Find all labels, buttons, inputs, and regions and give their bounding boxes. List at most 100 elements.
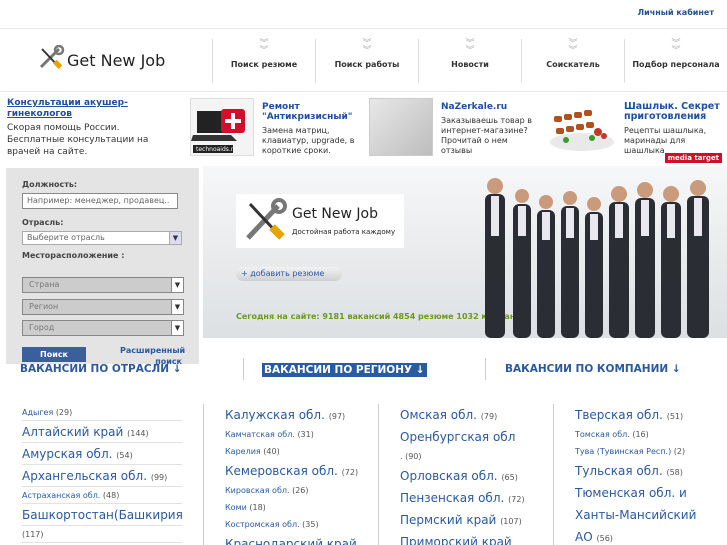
region-link[interactable]: Амурская обл. (54) [22, 443, 182, 465]
region-link[interactable]: Астраханская обл. (48) [22, 487, 182, 504]
position-input[interactable]: Например: менеджер, продавец.. [22, 193, 178, 209]
ad-desc: Рецепты шашлыка, маринады для шашлыка [624, 126, 707, 155]
vacancy-count: (99) [150, 473, 168, 482]
tools-icon [39, 44, 65, 69]
region-link[interactable]: Орловская обл. (65) [400, 465, 540, 487]
region-link[interactable]: Омская обл. (79) [400, 404, 540, 426]
column-divider [203, 404, 204, 545]
region-name: Башкортостан(Башкирия [22, 508, 183, 522]
region-link[interactable]: Тува (Тувинская Респ.) (2) [575, 443, 720, 460]
region-name: Астраханская обл. [22, 491, 101, 500]
region-link[interactable]: Кемеровская обл. (72) [225, 460, 365, 482]
industry-value: Выберите отрасль [27, 233, 105, 242]
ad-title[interactable]: NaZerkale.ru [441, 102, 541, 112]
region-link[interactable]: Коми (18) [225, 499, 365, 516]
banner-tagline: Достойная работа каждому [292, 228, 396, 236]
region-link[interactable]: АО (56) [575, 526, 720, 545]
industry-select[interactable]: Выберите отрасль ▼ [22, 231, 182, 245]
country-value: Страна [29, 280, 60, 289]
region-link[interactable]: Кировская обл. (26) [225, 482, 365, 499]
vacancy-count: (90) [405, 452, 422, 461]
regions-column-3: Омская обл. (79) Оренбургская обл . (90) О… [400, 404, 540, 545]
nav-label: Соискатель [546, 60, 600, 69]
tab-by-industry[interactable]: ВАКАНСИИ ПО ОТРАСЛИ ↓ [20, 363, 182, 375]
ad-nazerkale[interactable]: NaZerkale.ru Заказываешь товар в интерне… [369, 98, 541, 158]
vacancy-count: (97) [328, 412, 346, 421]
region-select[interactable]: Регион ▼ [22, 299, 184, 315]
region-link[interactable]: Архангельская обл. (99) [22, 465, 182, 487]
vacancy-count: (2) [673, 447, 686, 456]
region-name: Камчатская обл. [225, 430, 295, 439]
region-link[interactable]: Пермский край (107) [400, 509, 540, 531]
nav-resume-search[interactable]: ︾ ︾ Поиск резюме [212, 39, 315, 83]
ad-title[interactable]: Консультации акушер-гинекологов [7, 98, 177, 120]
media-target-badge[interactable]: media target [664, 153, 722, 163]
vacancy-count: (79) [480, 412, 498, 421]
ad-gynecology[interactable]: Консультации акушер-гинекологов Скорая п… [7, 98, 177, 158]
vacancy-count: (144) [127, 429, 149, 438]
city-select[interactable]: Город ▼ [22, 320, 184, 336]
region-link[interactable]: Камчатская обл. (31) [225, 426, 365, 443]
ad-desc: Заказываешь товар в интернет-магазине? П… [441, 116, 532, 155]
vacancy-count: (48) [102, 491, 120, 500]
location-label: Месторасположение : [22, 251, 125, 260]
region-name: Карелия [225, 447, 261, 456]
ad-desc: Скорая помощь России. Бесплатные консуль… [7, 123, 149, 157]
tab-by-region[interactable]: ВАКАНСИИ ПО РЕГИОНУ ↓ [262, 363, 427, 377]
vacancy-count: (35) [302, 520, 319, 529]
country-select[interactable]: Страна ▼ [22, 277, 184, 293]
nav-recruitment[interactable]: ︾ ︾ Подбор персонала [624, 39, 727, 83]
vacancy-count: (26) [292, 486, 309, 495]
region-name: Амурская обл. [22, 447, 113, 461]
chevron-down-icon: ︾ ︾ [259, 39, 269, 56]
hero-banner: Get New Job Достойная работа каждому + д… [203, 166, 727, 338]
region-link[interactable]: Тюменская обл. и [575, 482, 720, 504]
region-link[interactable]: Костромская обл. (35) [225, 516, 365, 533]
top-bar: Личный кабинет [0, 0, 727, 26]
vacancy-count: (16) [632, 430, 649, 439]
region-name: Тульская обл. [575, 464, 663, 478]
region-link[interactable]: (117) [22, 526, 182, 543]
region-link[interactable]: Адыгея (29) [22, 404, 182, 421]
region-name: Пензенская обл. [400, 491, 505, 505]
site-logo[interactable]: Get New Job [37, 44, 167, 75]
region-link[interactable]: Ханты-Мансийский [575, 504, 720, 526]
ad-image-label: technoaids.ru [196, 146, 238, 153]
region-link[interactable]: Карелия (40) [225, 443, 365, 460]
nav-label: Поиск резюме [230, 60, 298, 69]
ad-shashlik[interactable]: Шашлык. Секрет приготовления Рецепты шаш… [546, 98, 724, 163]
region-link[interactable]: Томская обл. (16) [575, 426, 720, 443]
ad-repair[interactable]: technoaids.ru Ремонт "Антикризисный" Зам… [190, 98, 362, 158]
ad-title[interactable]: Ремонт "Антикризисный" [262, 102, 362, 122]
region-link[interactable]: Башкортостан(Башкирия [22, 504, 183, 526]
region-link[interactable]: Тверская обл. (51) [575, 404, 720, 426]
vacancy-count: (58) [666, 468, 683, 477]
main-nav: ︾ ︾ Поиск резюме ︾ ︾ Поиск работы ︾ ︾ Новос… [212, 39, 727, 83]
region-link[interactable]: Тульская обл. (58) [575, 460, 720, 482]
tools-icon [246, 198, 287, 240]
region-link[interactable]: Алтайский край (144) [22, 421, 182, 443]
region-name: Кировская обл. [225, 486, 290, 495]
region-link[interactable]: Пензенская обл. (72) [400, 487, 540, 509]
region-link[interactable]: Оренбургская обл [400, 426, 540, 448]
add-resume-button[interactable]: + добавить резюме [236, 267, 342, 281]
chevron-down-icon: ︾ ︾ [671, 39, 681, 56]
nav-news[interactable]: ︾ ︾ Новости [418, 39, 521, 83]
personal-cabinet-link[interactable]: Личный кабинет [637, 8, 714, 17]
region-link[interactable]: Приморский край [400, 531, 540, 545]
region-link[interactable]: Калужская обл. (97) [225, 404, 365, 426]
vacancy-count: (107) [500, 517, 522, 526]
ad-title[interactable]: Шашлык. Секрет приготовления [624, 102, 724, 122]
region-name: Томская обл. [575, 430, 630, 439]
industry-label: Отрасль: [22, 218, 64, 227]
region-link[interactable]: Краснодарский край [225, 533, 365, 545]
nav-applicant[interactable]: ︾ ︾ Соискатель [521, 39, 624, 83]
region-link[interactable]: . (90) [400, 448, 540, 465]
nav-job-search[interactable]: ︾ ︾ Поиск работы [315, 39, 418, 83]
tab-by-company[interactable]: ВАКАНСИИ ПО КОМПАНИИ ↓ [505, 363, 681, 375]
banner-logo-title: Get New Job [292, 206, 378, 222]
region-name: Алтайский край [22, 425, 124, 439]
banner-logo: Get New Job Достойная работа каждому [236, 194, 404, 248]
dropdown-arrow-icon: ▼ [171, 278, 183, 292]
vacancy-count: (31) [297, 430, 314, 439]
